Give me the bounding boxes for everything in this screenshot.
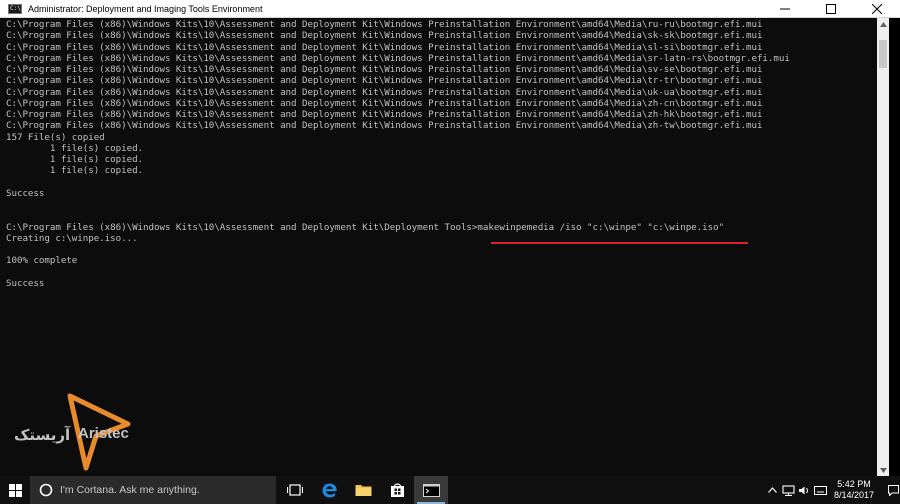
console-line: C:\Program Files (x86)\Windows Kits\10\A… bbox=[6, 109, 763, 120]
store-bag-icon bbox=[390, 483, 404, 497]
network-icon bbox=[781, 484, 795, 496]
command-prompt-icon bbox=[422, 483, 440, 497]
edge-browser-icon bbox=[322, 483, 337, 497]
scroll-up-button[interactable] bbox=[877, 18, 889, 30]
console-window: C:\ Administrator: Deployment and Imagin… bbox=[0, 0, 900, 476]
scrollbar-thumb[interactable] bbox=[879, 40, 887, 68]
taskbar-app-store[interactable] bbox=[380, 476, 414, 504]
close-button[interactable] bbox=[854, 0, 900, 17]
console-line: 1 file(s) copied. bbox=[6, 165, 144, 177]
command-highlight-underline bbox=[491, 242, 748, 244]
console-line: C:\Program Files (x86)\Windows Kits\10\A… bbox=[6, 86, 763, 98]
console-line: 1 file(s) copied. bbox=[6, 142, 144, 154]
console-line: C:\Program Files (x86)\Windows Kits\10\A… bbox=[6, 120, 763, 132]
clock[interactable]: 5:42 PM 8/14/2017 bbox=[828, 476, 880, 504]
console-line: 100% complete bbox=[6, 255, 78, 267]
console-line: C:\Program Files (x86)\Windows Kits\10\A… bbox=[6, 41, 763, 53]
minimize-button[interactable] bbox=[762, 0, 808, 17]
console-line: C:\Program Files (x86)\Windows Kits\10\A… bbox=[6, 75, 763, 87]
clock-time: 5:42 PM bbox=[837, 479, 871, 489]
cortana-search-box[interactable]: I'm Cortana. Ask me anything. bbox=[30, 476, 276, 504]
console-line: 1 file(s) copied. bbox=[6, 154, 144, 165]
window-title: Administrator: Deployment and Imaging To… bbox=[28, 3, 263, 14]
task-view-icon bbox=[287, 484, 303, 496]
window-controls bbox=[762, 0, 900, 17]
action-center-button[interactable] bbox=[886, 476, 900, 504]
scroll-down-button[interactable] bbox=[877, 464, 889, 476]
maximize-icon bbox=[826, 3, 836, 14]
scroll-up-arrow-icon bbox=[879, 21, 887, 27]
notification-icon bbox=[887, 484, 899, 496]
watermark-text-en: Aristec bbox=[78, 425, 129, 442]
taskbar-app-command-prompt[interactable] bbox=[414, 476, 448, 504]
show-hidden-icons-button[interactable] bbox=[764, 476, 780, 504]
console-line: Success bbox=[6, 187, 45, 199]
network-button[interactable] bbox=[780, 476, 796, 504]
console-line: C:\Program Files (x86)\Windows Kits\10\A… bbox=[6, 221, 725, 233]
watermark-logo: آریستک Aristec bbox=[14, 392, 144, 472]
console-line: C:\Program Files (x86)\Windows Kits\10\A… bbox=[6, 19, 763, 30]
taskbar: I'm Cortana. Ask me anything. 5:42 PM 8/… bbox=[0, 476, 900, 504]
folder-icon bbox=[355, 485, 371, 496]
title-bar[interactable]: C:\ Administrator: Deployment and Imagin… bbox=[0, 0, 900, 18]
minimize-icon bbox=[780, 8, 790, 9]
speaker-icon bbox=[798, 486, 808, 494]
console-line: C:\Program Files (x86)\Windows Kits\10\A… bbox=[6, 30, 763, 42]
taskbar-app-file-explorer[interactable] bbox=[346, 476, 380, 504]
console-app-icon: C:\ bbox=[8, 3, 22, 14]
search-placeholder: I'm Cortana. Ask me anything. bbox=[60, 484, 200, 496]
chevron-up-icon bbox=[767, 487, 777, 493]
console-line: C:\Program Files (x86)\Windows Kits\10\A… bbox=[6, 64, 763, 75]
language-button[interactable] bbox=[812, 476, 828, 504]
console-line: C:\Program Files (x86)\Windows Kits\10\A… bbox=[6, 52, 790, 64]
volume-button[interactable] bbox=[796, 476, 812, 504]
close-icon bbox=[872, 3, 882, 14]
maximize-button[interactable] bbox=[808, 0, 854, 17]
clock-date: 8/14/2017 bbox=[833, 490, 875, 500]
keyboard-icon bbox=[813, 485, 827, 495]
system-tray: 5:42 PM 8/14/2017 bbox=[764, 476, 900, 504]
windows-logo-icon bbox=[8, 483, 22, 497]
console-line: 157 File(s) copied bbox=[6, 131, 105, 143]
scroll-down-arrow-icon bbox=[879, 467, 887, 473]
vertical-scrollbar[interactable] bbox=[877, 18, 889, 476]
window-edge bbox=[889, 18, 900, 476]
cortana-circle-icon bbox=[38, 482, 54, 498]
console-line: C:\Program Files (x86)\Windows Kits\10\A… bbox=[6, 97, 763, 109]
watermark-text-fa: آریستک bbox=[14, 426, 71, 444]
start-button[interactable] bbox=[0, 476, 30, 504]
console-line: Success bbox=[6, 277, 45, 289]
taskbar-app-edge[interactable] bbox=[312, 476, 346, 504]
console-icon-label: C:\ bbox=[10, 4, 21, 12]
task-view-button[interactable] bbox=[278, 476, 312, 504]
